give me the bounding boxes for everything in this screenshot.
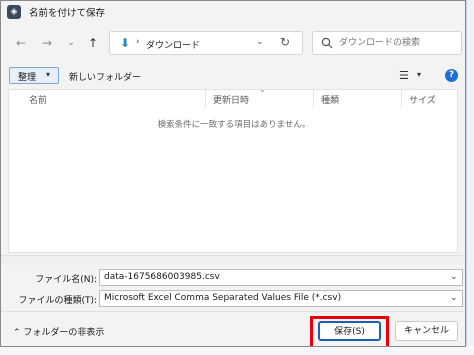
filename-field[interactable]: data-1675686003985.csv ⌄ (99, 269, 463, 286)
forward-arrow-icon[interactable]: → (39, 35, 55, 51)
window-title: 名前を付けて保存 (29, 8, 106, 19)
collapse-caret-icon: ⌃ (13, 328, 21, 338)
up-arrow-icon[interactable]: ↑ (85, 35, 101, 51)
column-header-name[interactable]: 名前 (29, 93, 47, 106)
breadcrumb-separator: › (136, 37, 140, 47)
empty-results-message: 検索条件に一致する項目はありません。 (157, 120, 311, 130)
filetype-select[interactable]: Microsoft Excel Comma Separated Values F… (99, 290, 463, 307)
command-bar: 整理 ▾ 新しいフォルダー ☰ ▾ ? (1, 63, 465, 89)
new-folder-button[interactable]: 新しいフォルダー (69, 70, 141, 83)
column-header-type[interactable]: 種類 (321, 93, 339, 106)
background-app-bottom (0, 346, 474, 355)
filetype-label: ファイルの種類(T): (18, 296, 97, 306)
save-button[interactable]: 保存(S) (318, 321, 381, 341)
help-icon[interactable]: ? (445, 69, 458, 82)
search-box[interactable] (312, 31, 462, 55)
save-as-dialog: ◈ 名前を付けて保存 ← → ⌄ ↑ ⬇ › ダウンロード ⌄ ↻ 整理 ▾ 新… (0, 0, 466, 347)
refresh-icon[interactable]: ↻ (280, 35, 290, 49)
column-divider[interactable] (401, 90, 402, 108)
search-input[interactable] (339, 36, 457, 50)
download-folder-icon: ⬇ (119, 36, 131, 50)
sort-indicator-icon: ⌄ (259, 85, 266, 94)
filename-history-chevron-icon[interactable]: ⌄ (450, 272, 458, 282)
address-dropdown-chevron-icon[interactable]: ⌄ (256, 37, 264, 47)
breadcrumb-downloads[interactable]: ダウンロード (146, 38, 200, 51)
footer-divider (1, 311, 465, 312)
organize-caret-icon: ▾ (46, 70, 51, 79)
recent-locations-chevron-icon[interactable]: ⌄ (63, 35, 79, 51)
view-options-icon[interactable]: ☰ (399, 69, 409, 82)
address-bar[interactable]: ⬇ › ダウンロード ⌄ ↻ (109, 31, 303, 55)
file-list[interactable]: 名前 更新日時 ⌄ 種類 サイズ 検索条件に一致する項目はありません。 (8, 85, 458, 253)
filetype-value: Microsoft Excel Comma Separated Values F… (104, 293, 342, 303)
organize-button[interactable]: 整理 ▾ (9, 67, 59, 84)
search-icon (321, 37, 333, 49)
title-bar[interactable]: ◈ 名前を付けて保存 (1, 1, 465, 23)
filename-label: ファイル名(N): (35, 275, 97, 285)
column-header-size[interactable]: サイズ (409, 93, 436, 106)
hide-folders-label: フォルダーの非表示 (23, 328, 105, 338)
organize-label: 整理 (18, 73, 37, 83)
app-icon: ◈ (7, 5, 21, 19)
column-divider[interactable] (313, 90, 314, 108)
column-divider[interactable] (205, 90, 206, 108)
pane-splitter[interactable] (1, 255, 465, 265)
background-app-strip (466, 0, 474, 355)
view-options-caret-icon[interactable]: ▾ (417, 70, 421, 79)
hide-folders-toggle[interactable]: ⌃ フォルダーの非表示 (13, 325, 104, 338)
filename-value: data-1675686003985.csv (104, 272, 220, 282)
back-arrow-icon[interactable]: ← (13, 35, 29, 51)
cancel-button[interactable]: キャンセル (395, 321, 458, 341)
column-header-modified[interactable]: 更新日時 (213, 93, 249, 106)
filetype-chevron-icon[interactable]: ⌄ (450, 293, 458, 303)
